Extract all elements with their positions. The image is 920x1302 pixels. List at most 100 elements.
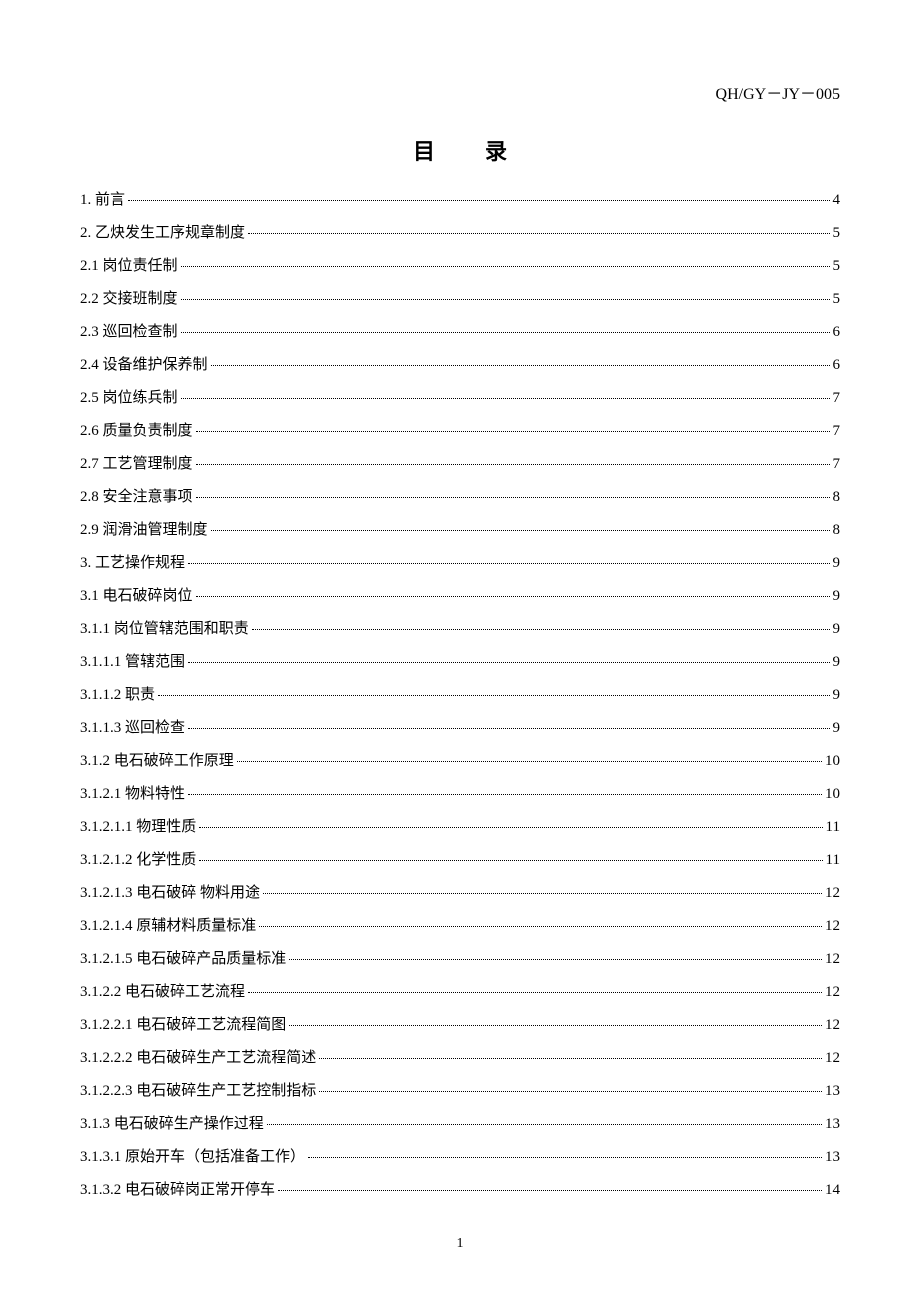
toc-leader-dots [196, 431, 830, 432]
toc-entry-label: 3.1.2 电石破碎工作原理 [80, 752, 234, 770]
toc-entry-label: 3.1.2.1.5 电石破碎产品质量标准 [80, 950, 286, 968]
toc-leader-dots [319, 1058, 822, 1059]
toc-entry-page: 4 [833, 191, 841, 209]
toc-entry-page: 12 [825, 884, 840, 902]
toc-entry-label: 3.1.2.1.1 物理性质 [80, 818, 196, 836]
toc-leader-dots [248, 992, 822, 993]
toc-entry: 3.1.2.1.4 原辅材料质量标准 12 [80, 917, 840, 935]
toc-entry-page: 13 [825, 1115, 840, 1133]
toc-leader-dots [308, 1157, 822, 1158]
toc-entry-page: 5 [833, 224, 841, 242]
toc-leader-dots [158, 695, 829, 696]
toc-entry-label: 3.1.2.1.4 原辅材料质量标准 [80, 917, 256, 935]
toc-entry: 3.1.2.1.1 物理性质 11 [80, 818, 840, 836]
toc-leader-dots [181, 332, 830, 333]
toc-entry-label: 3.1 电石破碎岗位 [80, 587, 193, 605]
toc-entry: 3.1.2.2 电石破碎工艺流程 12 [80, 983, 840, 1001]
toc-entry-label: 2.7 工艺管理制度 [80, 455, 193, 473]
toc-leader-dots [248, 233, 829, 234]
toc-entry-label: 2.4 设备维护保养制 [80, 356, 208, 374]
toc-entry-page: 11 [826, 818, 840, 836]
toc-leader-dots [259, 926, 822, 927]
toc-entry: 3.1.2.1.5 电石破碎产品质量标准 12 [80, 950, 840, 968]
toc-entry-page: 10 [825, 785, 840, 803]
toc-entry: 2.9 润滑油管理制度 8 [80, 521, 840, 539]
toc-entry-label: 3.1.2.2.1 电石破碎工艺流程简图 [80, 1016, 286, 1034]
toc-leader-dots [196, 464, 830, 465]
toc-leader-dots [128, 200, 829, 201]
toc-entry: 3.1.2.1 物料特性 10 [80, 785, 840, 803]
toc-entry-label: 3.1.2.1 物料特性 [80, 785, 185, 803]
toc-entry-label: 2.2 交接班制度 [80, 290, 178, 308]
toc-entry: 2.4 设备维护保养制6 [80, 356, 840, 374]
toc-entry-page: 9 [833, 653, 841, 671]
toc-entry-page: 9 [833, 686, 841, 704]
page-number: 1 [0, 1236, 920, 1252]
toc-entry-page: 9 [833, 620, 841, 638]
toc-entry-page: 12 [825, 1016, 840, 1034]
toc-leader-dots [181, 266, 830, 267]
toc-leader-dots [319, 1091, 822, 1092]
toc-entry: 3.1.2.2.1 电石破碎工艺流程简图 12 [80, 1016, 840, 1034]
toc-entry-page: 13 [825, 1148, 840, 1166]
toc-entry-label: 3.1.2.2.3 电石破碎生产工艺控制指标 [80, 1082, 316, 1100]
toc-leader-dots [188, 728, 829, 729]
toc-entry: 3. 工艺操作规程9 [80, 554, 840, 572]
toc-entry-page: 9 [833, 554, 841, 572]
toc-leader-dots [188, 662, 829, 663]
toc-entry-page: 10 [825, 752, 840, 770]
toc-entry-label: 3.1.3 电石破碎生产操作过程 [80, 1115, 264, 1133]
toc-leader-dots [267, 1124, 822, 1125]
toc-entry: 3.1.2.1.3 电石破碎 物料用途 12 [80, 884, 840, 902]
table-of-contents: 1. 前言4 2. 乙炔发生工序规章制度 5 2.1 岗位责任制 5 2.2 交接班制度5… [80, 191, 840, 1199]
toc-entry-page: 14 [825, 1181, 840, 1199]
toc-entry-page: 5 [833, 257, 841, 275]
toc-entry-page: 12 [825, 950, 840, 968]
toc-entry: 3.1.2.2.2 电石破碎生产工艺流程简述12 [80, 1049, 840, 1067]
toc-entry-label: 2.1 岗位责任制 [80, 257, 178, 275]
toc-entry-page: 12 [825, 917, 840, 935]
toc-leader-dots [289, 1025, 822, 1026]
toc-entry-label: 2.5 岗位练兵制 [80, 389, 178, 407]
toc-entry: 3.1.1.1 管辖范围 9 [80, 653, 840, 671]
toc-entry: 2.3 巡回检查制 6 [80, 323, 840, 341]
toc-leader-dots [278, 1190, 822, 1191]
toc-entry-label: 3.1.3.1 原始开车（包括准备工作） [80, 1148, 305, 1166]
toc-entry: 2.6 质量负责制度7 [80, 422, 840, 440]
toc-entry-page: 6 [833, 323, 841, 341]
toc-entry-page: 12 [825, 1049, 840, 1067]
toc-entry-page: 8 [833, 488, 841, 506]
toc-entry: 2. 乙炔发生工序规章制度 5 [80, 224, 840, 242]
toc-leader-dots [289, 959, 822, 960]
toc-entry: 3.1.2.2.3 电石破碎生产工艺控制指标13 [80, 1082, 840, 1100]
toc-entry-label: 3.1.1 岗位管辖范围和职责 [80, 620, 249, 638]
toc-entry-label: 2. 乙炔发生工序规章制度 [80, 224, 245, 242]
toc-leader-dots [181, 398, 830, 399]
toc-entry-label: 3.1.2.2 电石破碎工艺流程 [80, 983, 245, 1001]
toc-leader-dots [196, 596, 830, 597]
toc-entry: 3.1.3.2 电石破碎岗正常开停车 14 [80, 1181, 840, 1199]
toc-leader-dots [199, 860, 822, 861]
page-title: 目录 [80, 134, 840, 166]
toc-entry-label: 2.3 巡回检查制 [80, 323, 178, 341]
toc-entry-label: 3.1.3.2 电石破碎岗正常开停车 [80, 1181, 275, 1199]
toc-entry-label: 2.8 安全注意事项 [80, 488, 193, 506]
toc-entry-label: 2.9 润滑油管理制度 [80, 521, 208, 539]
toc-entry-label: 2.6 质量负责制度 [80, 422, 193, 440]
toc-entry-label: 3.1.2.1.3 电石破碎 物料用途 [80, 884, 260, 902]
toc-entry-page: 7 [833, 389, 841, 407]
toc-leader-dots [181, 299, 830, 300]
toc-entry-page: 7 [833, 455, 841, 473]
toc-entry-page: 11 [826, 851, 840, 869]
toc-leader-dots [237, 761, 822, 762]
toc-entry-page: 12 [825, 983, 840, 1001]
toc-entry: 2.2 交接班制度5 [80, 290, 840, 308]
toc-entry-label: 3.1.1.1 管辖范围 [80, 653, 185, 671]
toc-entry-page: 8 [833, 521, 841, 539]
toc-entry-page: 9 [833, 587, 841, 605]
document-page: QH/GY－JY－005 目录 1. 前言42. 乙炔发生工序规章制度52.1 … [0, 0, 920, 1302]
toc-entry: 3.1.1.3 巡回检查9 [80, 719, 840, 737]
toc-entry: 2.1 岗位责任制 5 [80, 257, 840, 275]
toc-entry: 1. 前言4 [80, 191, 840, 209]
toc-leader-dots [263, 893, 822, 894]
